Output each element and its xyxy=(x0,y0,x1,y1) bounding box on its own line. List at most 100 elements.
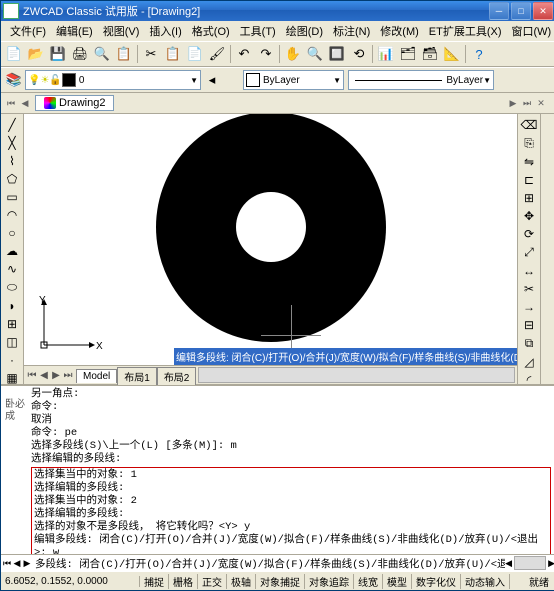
save-button[interactable]: 💾 xyxy=(47,43,69,65)
move-tool[interactable]: ✥ xyxy=(519,208,539,224)
point-tool[interactable]: · xyxy=(2,352,22,368)
command-history[interactable]: 卧必成 另一角点: 命令: 取消 命令: pe 选择多段线(S)\上一个(L) … xyxy=(1,386,554,554)
minimize-button[interactable]: ─ xyxy=(489,2,509,20)
polar-toggle[interactable]: 极轴 xyxy=(227,574,256,589)
tab-next-button[interactable]: ▶ xyxy=(507,97,519,109)
drawing-canvas[interactable]: X Y 编辑多段线: 闭合(C)/打开(O)/合并(J)/宽度(W)/拟合(F)… xyxy=(24,114,517,365)
rotate-tool[interactable]: ⟳ xyxy=(519,226,539,242)
join-tool[interactable]: ⧉ xyxy=(519,335,539,352)
otrack-toggle[interactable]: 对象追踪 xyxy=(305,574,354,589)
cmd-scrollbar[interactable] xyxy=(514,556,546,570)
snap-toggle[interactable]: 捕捉 xyxy=(140,574,169,589)
layer-prev-button[interactable]: ◂ xyxy=(201,69,223,91)
lwt-toggle[interactable]: 线宽 xyxy=(354,574,383,589)
menu-dim[interactable]: 标注(N) xyxy=(328,21,375,41)
document-tab[interactable]: Drawing2 xyxy=(35,95,114,111)
cmd-next-button[interactable]: ▶ xyxy=(22,558,32,569)
tab-last-button[interactable]: ⏭ xyxy=(521,97,533,109)
array-tool[interactable]: ⊞ xyxy=(519,190,539,206)
model-toggle[interactable]: 模型 xyxy=(383,574,412,589)
block-tool[interactable]: ◫ xyxy=(2,334,22,350)
ortho-toggle[interactable]: 正交 xyxy=(198,574,227,589)
maximize-button[interactable]: □ xyxy=(511,2,531,20)
properties-button[interactable]: 📊 xyxy=(375,43,397,65)
menu-draw[interactable]: 绘图(D) xyxy=(281,21,328,41)
line-tool[interactable]: ╱ xyxy=(2,117,22,133)
help-button[interactable]: ? xyxy=(468,43,490,65)
layout-next-button[interactable]: ▶ xyxy=(50,370,62,381)
xline-tool[interactable]: ╳ xyxy=(2,135,22,151)
cmd-scroll-left[interactable]: ◀ xyxy=(505,558,512,569)
ellipse-tool[interactable]: ⬭ xyxy=(2,279,22,296)
trim-tool[interactable]: ✂ xyxy=(519,281,539,297)
cmd-scroll-right[interactable]: ▶ xyxy=(548,558,554,569)
tab-first-button[interactable]: ⏮ xyxy=(5,97,17,109)
dyn-toggle[interactable]: 动态输入 xyxy=(461,574,510,589)
arc-tool[interactable]: ◠ xyxy=(2,207,22,223)
erase-tool[interactable]: ⌫ xyxy=(519,117,539,133)
scale-tool[interactable]: ⤢ xyxy=(519,244,539,261)
open-button[interactable]: 📂 xyxy=(25,43,47,65)
color-combo[interactable]: ByLayer ▼ xyxy=(243,70,344,90)
close-button[interactable]: ✕ xyxy=(533,2,553,20)
menu-modify[interactable]: 修改(M) xyxy=(375,21,424,41)
insert-tool[interactable]: ⊞ xyxy=(2,316,22,332)
zoom-prev-button[interactable]: ⟲ xyxy=(348,43,370,65)
layer-manager-button[interactable]: 📚 xyxy=(3,69,25,91)
menu-view[interactable]: 视图(V) xyxy=(98,21,145,41)
h-scrollbar[interactable] xyxy=(198,367,515,383)
spline-tool[interactable]: ∿ xyxy=(2,261,22,277)
menu-et[interactable]: ET扩展工具(X) xyxy=(424,21,507,41)
cmd-first-button[interactable]: ⏮ xyxy=(2,558,12,569)
mirror-tool[interactable]: ⇋ xyxy=(519,154,539,170)
tab-close-button[interactable]: ✕ xyxy=(535,97,547,109)
publish-button[interactable]: 📋 xyxy=(113,43,135,65)
layout-first-button[interactable]: ⏮ xyxy=(26,370,38,381)
print-button[interactable]: 🖨 xyxy=(69,43,91,65)
redo-button[interactable]: ↷ xyxy=(255,43,277,65)
ellipsearc-tool[interactable]: ◗ xyxy=(2,298,22,314)
menu-file[interactable]: 文件(F) xyxy=(5,21,51,41)
menu-insert[interactable]: 插入(I) xyxy=(144,21,186,41)
v-scrollbar[interactable] xyxy=(540,114,554,384)
grid-toggle[interactable]: 栅格 xyxy=(169,574,198,589)
extend-tool[interactable]: → xyxy=(519,299,539,315)
menu-format[interactable]: 格式(O) xyxy=(187,21,235,41)
layout-last-button[interactable]: ⏭ xyxy=(62,370,74,381)
tpalette-button[interactable]: 🗃 xyxy=(419,43,441,65)
rectangle-tool[interactable]: ▭ xyxy=(2,189,22,205)
layout2-tab[interactable]: 布局2 xyxy=(157,367,197,385)
tab-prev-button[interactable]: ◀ xyxy=(19,97,31,109)
calc-button[interactable]: 📐 xyxy=(441,43,463,65)
menu-edit[interactable]: 编辑(E) xyxy=(51,21,98,41)
polygon-tool[interactable]: ⬠ xyxy=(2,171,22,187)
preview-button[interactable]: 🔍 xyxy=(91,43,113,65)
stretch-tool[interactable]: ↔ xyxy=(519,263,539,279)
tablet-toggle[interactable]: 数字化仪 xyxy=(412,574,461,589)
break-tool[interactable]: ⊟ xyxy=(519,317,539,333)
model-tab[interactable]: Model xyxy=(76,369,117,383)
copy-button[interactable]: 📋 xyxy=(162,43,184,65)
menu-window[interactable]: 窗口(W) xyxy=(507,21,554,41)
cmd-prev-button[interactable]: ◀ xyxy=(12,558,22,569)
revcloud-tool[interactable]: ☁ xyxy=(2,243,22,259)
menu-tools[interactable]: 工具(T) xyxy=(235,21,281,41)
undo-button[interactable]: ↶ xyxy=(233,43,255,65)
zoom-rt-button[interactable]: 🔍 xyxy=(304,43,326,65)
cut-button[interactable]: ✂ xyxy=(140,43,162,65)
command-input[interactable]: 多段线: 闭合(C)/打开(O)/合并(J)/宽度(W)/拟合(F)/样条曲线(… xyxy=(33,556,505,571)
zoom-win-button[interactable]: 🔲 xyxy=(326,43,348,65)
offset-tool[interactable]: ⊏ xyxy=(519,172,539,188)
new-button[interactable]: 📄 xyxy=(3,43,25,65)
copy-tool[interactable]: ⎘ xyxy=(519,135,539,152)
pan-button[interactable]: ✋ xyxy=(282,43,304,65)
layout1-tab[interactable]: 布局1 xyxy=(117,367,157,385)
linetype-combo[interactable]: ByLayer ▼ xyxy=(348,70,494,90)
paste-button[interactable]: 📄 xyxy=(184,43,206,65)
circle-tool[interactable]: ○ xyxy=(2,225,22,241)
osnap-toggle[interactable]: 对象捕捉 xyxy=(256,574,305,589)
dcenter-button[interactable]: 🗂 xyxy=(397,43,419,65)
layout-prev-button[interactable]: ◀ xyxy=(38,370,50,381)
chamfer-tool[interactable]: ◿ xyxy=(519,354,539,370)
coordinates[interactable]: 6.6052, 0.1552, 0.0000 xyxy=(1,576,140,587)
